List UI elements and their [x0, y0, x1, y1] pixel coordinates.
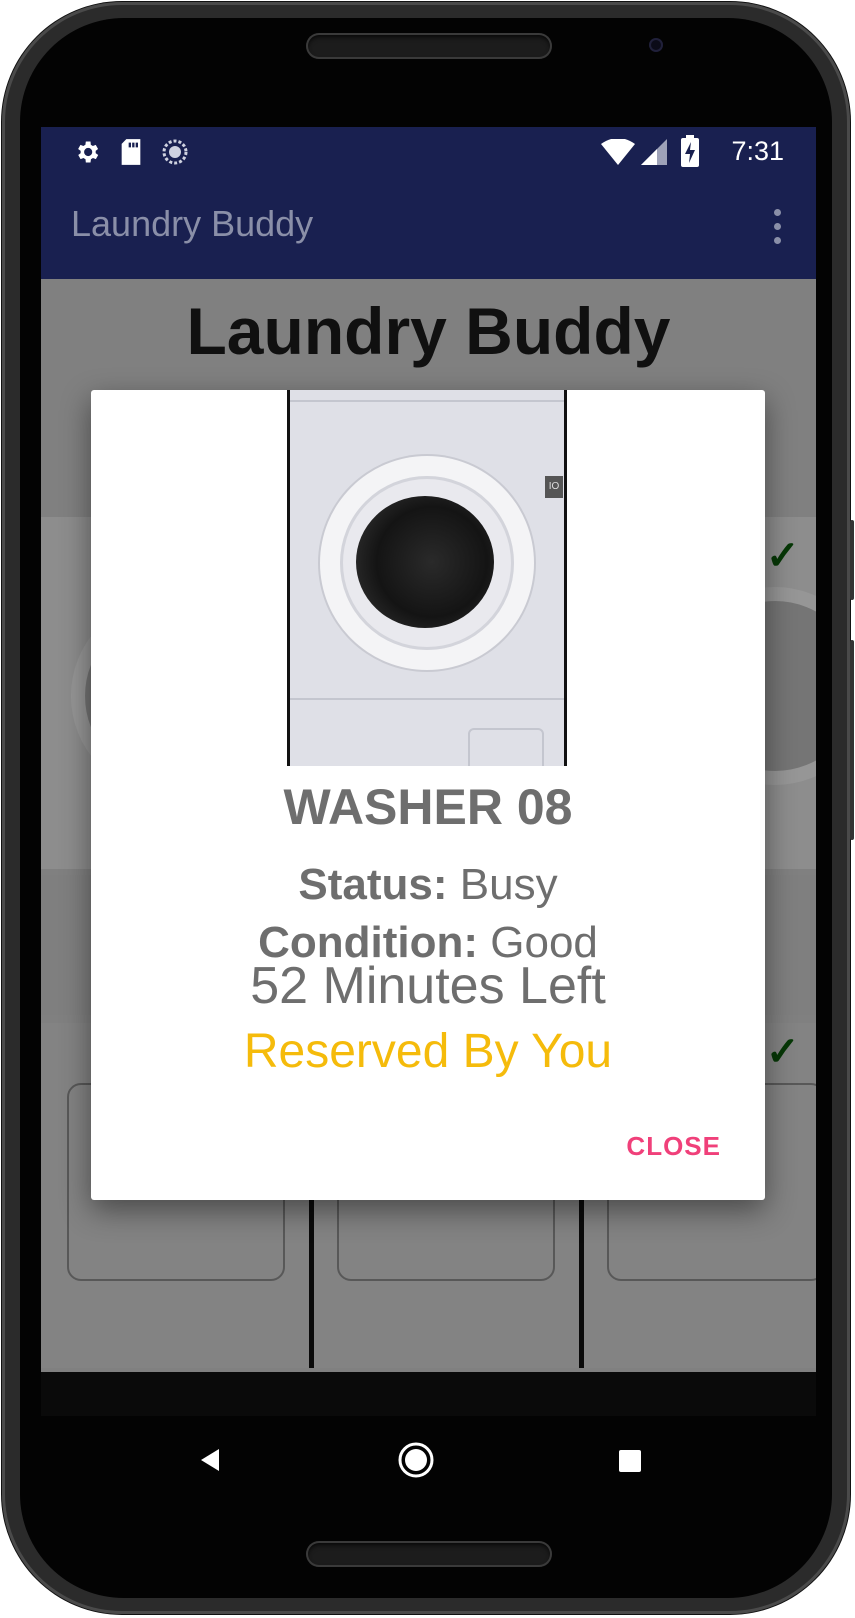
signal-icon — [641, 139, 667, 170]
volume-button — [850, 640, 854, 840]
gear-icon — [73, 138, 101, 171]
status-line: Status: Busy — [91, 860, 765, 910]
recents-icon[interactable] — [609, 1416, 649, 1504]
sync-icon — [161, 138, 189, 171]
machine-detail-dialog: IO WASHER 08 Status: Busy Condition: Goo… — [91, 390, 765, 1200]
app-bar-title: Laundry Buddy — [71, 203, 314, 244]
status-label: Status: — [298, 860, 448, 909]
clock-time: 7:31 — [731, 136, 784, 166]
status-value: Busy — [459, 860, 558, 909]
time-left: 52 Minutes Left — [250, 957, 606, 1015]
front-camera — [649, 38, 663, 52]
sd-card-icon — [119, 138, 143, 171]
brand-badge: IO — [545, 476, 563, 498]
home-icon[interactable] — [393, 1416, 441, 1504]
back-icon[interactable] — [191, 1416, 231, 1504]
washer-image: IO — [287, 390, 567, 766]
app-bar: Laundry Buddy — [41, 177, 816, 279]
status-bar: 7:31 — [41, 127, 816, 177]
washer-filter-door — [468, 728, 544, 766]
bottom-speaker — [306, 1541, 552, 1567]
screen: 7:31 Laundry Buddy Laundry Buddy ✓ ✓ IO … — [41, 127, 816, 1416]
power-button — [850, 520, 854, 600]
overflow-menu-icon[interactable] — [774, 209, 782, 251]
machine-name: WASHER 08 — [283, 779, 573, 835]
close-button[interactable]: CLOSE — [626, 1131, 721, 1162]
navigation-bar — [41, 1416, 816, 1504]
wifi-icon — [601, 138, 635, 170]
washer-drum — [356, 496, 494, 628]
reservation-status: Reserved By You — [243, 1025, 613, 1078]
battery-charging-icon — [681, 135, 699, 172]
top-speaker — [306, 33, 552, 59]
